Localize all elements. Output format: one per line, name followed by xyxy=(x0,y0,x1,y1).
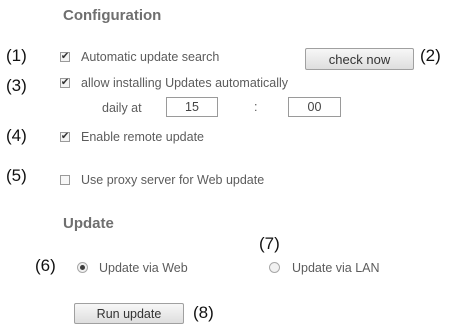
automatic-update-search-checkbox[interactable]: ✔ xyxy=(60,52,70,62)
remote-update-checkbox[interactable]: ✔ xyxy=(60,132,70,142)
use-proxy-label: Use proxy server for Web update xyxy=(81,173,265,187)
run-update-button[interactable]: Run update xyxy=(74,303,184,324)
remote-update-label: Enable remote update xyxy=(81,130,205,144)
update-via-web-label: Update via Web xyxy=(99,261,188,275)
callout-marker-7: (7) xyxy=(259,234,280,253)
check-now-button[interactable]: check now xyxy=(305,48,414,70)
update-heading: Update xyxy=(63,215,114,232)
update-via-lan-radio[interactable] xyxy=(269,262,280,273)
time-separator: : xyxy=(254,100,258,114)
callout-marker-5: (5) xyxy=(6,166,27,185)
callout-marker-4: (4) xyxy=(6,126,27,145)
callout-marker-3: (3) xyxy=(6,76,27,95)
callout-marker-2: (2) xyxy=(420,46,441,65)
update-via-lan-label: Update via LAN xyxy=(292,261,380,275)
daily-at-label: daily at xyxy=(102,101,142,115)
checkmark-icon: ✔ xyxy=(60,131,70,142)
update-minute-input[interactable]: 00 xyxy=(288,97,341,117)
callout-marker-8: (8) xyxy=(193,303,214,322)
checkmark-icon: ✔ xyxy=(60,51,70,62)
allow-installing-label: allow installing Updates automatically xyxy=(81,76,289,90)
callout-marker-6: (6) xyxy=(35,256,56,275)
update-via-web-radio[interactable] xyxy=(77,262,88,273)
update-hour-input[interactable]: 15 xyxy=(166,97,218,117)
allow-installing-checkbox[interactable]: ✔ xyxy=(60,78,70,88)
automatic-update-search-label: Automatic update search xyxy=(81,50,220,64)
configuration-heading: Configuration xyxy=(63,7,162,24)
checkmark-icon: ✔ xyxy=(60,77,70,88)
use-proxy-checkbox[interactable] xyxy=(60,175,70,185)
radio-selected-dot xyxy=(80,265,85,270)
callout-marker-1: (1) xyxy=(6,46,27,65)
